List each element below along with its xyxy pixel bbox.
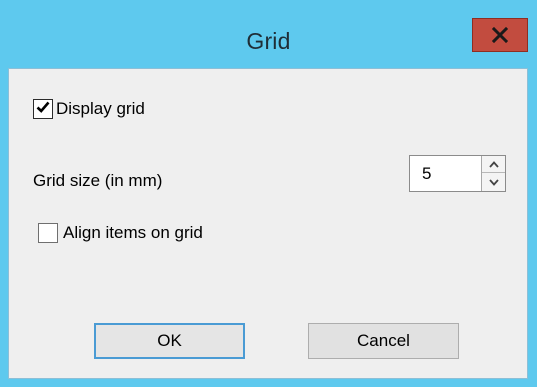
grid-size-label: Grid size (in mm)	[33, 171, 163, 190]
stepper-buttons	[481, 156, 505, 191]
chevron-up-icon	[488, 155, 499, 173]
cancel-button[interactable]: Cancel	[308, 323, 459, 359]
display-grid-checkbox[interactable]	[33, 99, 53, 119]
window-title: Grid	[246, 28, 291, 54]
align-items-label: Align items on grid	[63, 223, 203, 242]
grid-dialog-window: Grid Display grid Grid size (in mm) 5 Al…	[0, 0, 537, 387]
display-grid-label: Display grid	[56, 99, 145, 118]
align-items-checkbox[interactable]	[38, 223, 58, 243]
chevron-down-icon	[488, 173, 499, 191]
title-bar[interactable]: Grid	[0, 0, 537, 68]
close-button[interactable]	[472, 18, 528, 52]
checkmark-icon	[35, 99, 51, 120]
grid-size-stepper[interactable]: 5	[409, 155, 506, 192]
align-items-option[interactable]: Align items on grid	[38, 223, 203, 243]
display-grid-option[interactable]: Display grid	[33, 99, 145, 119]
grid-size-value[interactable]: 5	[422, 164, 431, 184]
ok-button[interactable]: OK	[94, 323, 245, 359]
close-icon	[492, 27, 508, 43]
stepper-up-button[interactable]	[482, 156, 505, 173]
dialog-body: Display grid Grid size (in mm) 5 Align i…	[8, 68, 528, 379]
stepper-down-button[interactable]	[482, 173, 505, 190]
